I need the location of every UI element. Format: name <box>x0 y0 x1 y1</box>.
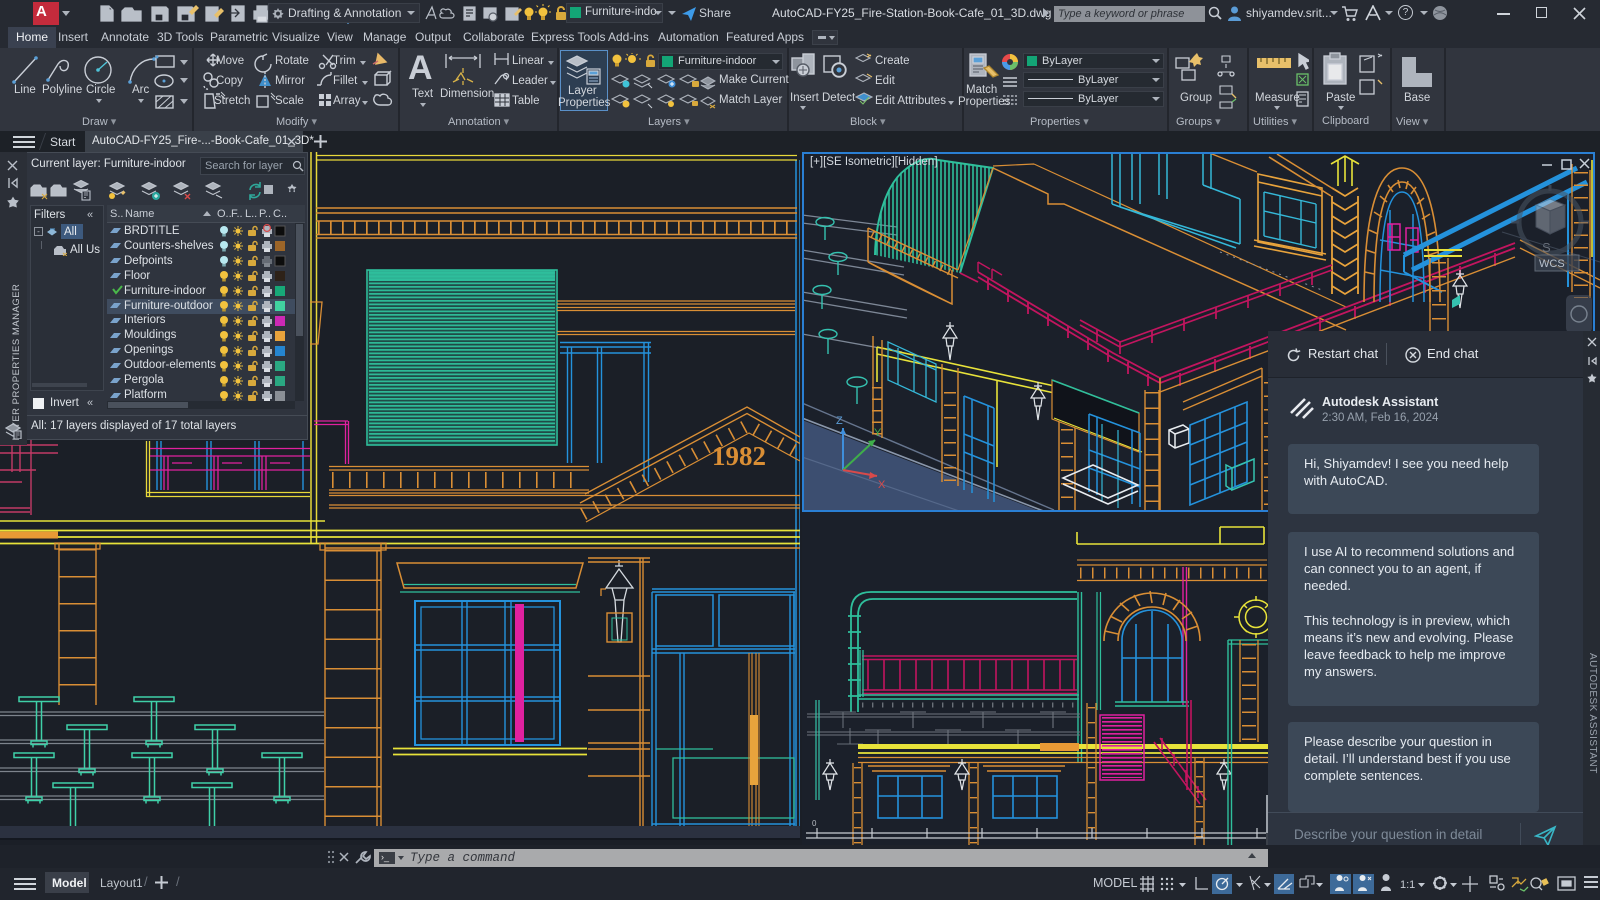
svg-text:S: S <box>1542 240 1551 255</box>
svg-text:1:1: 1:1 <box>1400 879 1415 891</box>
svg-text:1982: 1982 <box>712 441 766 471</box>
svg-text:X: X <box>878 479 886 491</box>
svg-text:Z: Z <box>836 415 843 427</box>
svg-text:[+][SE Isometric][Hidden]: [+][SE Isometric][Hidden] <box>810 156 938 168</box>
svg-text:Y: Y <box>874 427 882 439</box>
svg-text:WCS: WCS <box>1539 258 1565 270</box>
svg-text:0: 0 <box>812 819 817 828</box>
